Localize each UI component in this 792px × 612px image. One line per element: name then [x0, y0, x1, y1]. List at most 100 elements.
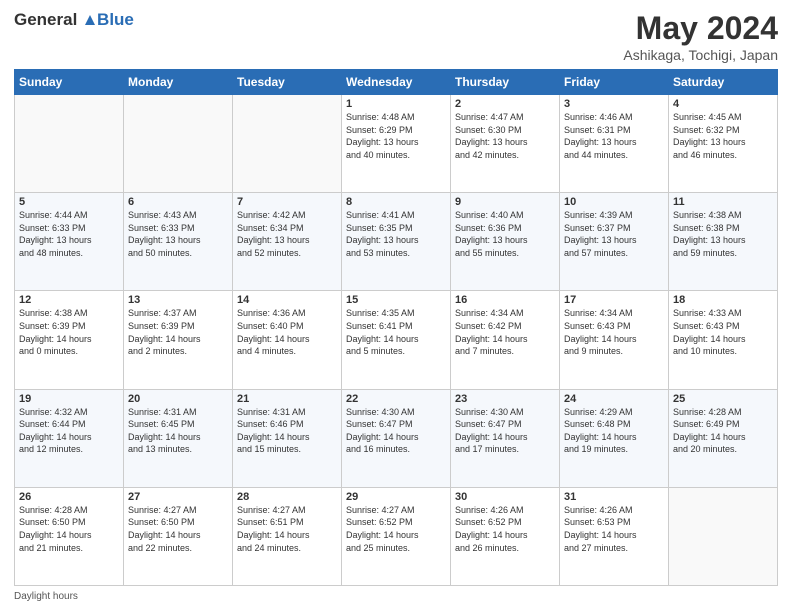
day-number: 1 [346, 98, 446, 110]
calendar-week-row: 26Sunrise: 4:28 AM Sunset: 6:50 PM Dayli… [15, 487, 778, 585]
calendar-cell: 27Sunrise: 4:27 AM Sunset: 6:50 PM Dayli… [124, 487, 233, 585]
day-number: 17 [564, 294, 664, 306]
day-info: Sunrise: 4:27 AM Sunset: 6:51 PM Dayligh… [237, 504, 337, 554]
calendar-cell: 6Sunrise: 4:43 AM Sunset: 6:33 PM Daylig… [124, 193, 233, 291]
calendar-cell: 31Sunrise: 4:26 AM Sunset: 6:53 PM Dayli… [560, 487, 669, 585]
calendar-cell: 4Sunrise: 4:45 AM Sunset: 6:32 PM Daylig… [669, 95, 778, 193]
day-info: Sunrise: 4:35 AM Sunset: 6:41 PM Dayligh… [346, 307, 446, 357]
calendar-cell: 22Sunrise: 4:30 AM Sunset: 6:47 PM Dayli… [342, 389, 451, 487]
day-number: 18 [673, 294, 773, 306]
subtitle: Ashikaga, Tochigi, Japan [623, 47, 778, 63]
calendar-cell: 29Sunrise: 4:27 AM Sunset: 6:52 PM Dayli… [342, 487, 451, 585]
day-info: Sunrise: 4:39 AM Sunset: 6:37 PM Dayligh… [564, 209, 664, 259]
day-number: 31 [564, 491, 664, 503]
calendar-cell: 14Sunrise: 4:36 AM Sunset: 6:40 PM Dayli… [233, 291, 342, 389]
day-info: Sunrise: 4:33 AM Sunset: 6:43 PM Dayligh… [673, 307, 773, 357]
day-info: Sunrise: 4:27 AM Sunset: 6:50 PM Dayligh… [128, 504, 228, 554]
day-number: 11 [673, 196, 773, 208]
day-number: 24 [564, 393, 664, 405]
calendar-cell: 12Sunrise: 4:38 AM Sunset: 6:39 PM Dayli… [15, 291, 124, 389]
day-number: 22 [346, 393, 446, 405]
calendar-cell: 19Sunrise: 4:32 AM Sunset: 6:44 PM Dayli… [15, 389, 124, 487]
logo-text: General Blue [14, 10, 134, 30]
day-info: Sunrise: 4:26 AM Sunset: 6:52 PM Dayligh… [455, 504, 555, 554]
calendar-week-row: 19Sunrise: 4:32 AM Sunset: 6:44 PM Dayli… [15, 389, 778, 487]
calendar-day-header: Saturday [669, 70, 778, 95]
day-number: 10 [564, 196, 664, 208]
day-info: Sunrise: 4:44 AM Sunset: 6:33 PM Dayligh… [19, 209, 119, 259]
day-info: Sunrise: 4:46 AM Sunset: 6:31 PM Dayligh… [564, 111, 664, 161]
day-number: 15 [346, 294, 446, 306]
day-info: Sunrise: 4:31 AM Sunset: 6:46 PM Dayligh… [237, 406, 337, 456]
day-number: 6 [128, 196, 228, 208]
page: General Blue May 2024 Ashikaga, Tochigi,… [0, 0, 792, 612]
calendar-cell: 20Sunrise: 4:31 AM Sunset: 6:45 PM Dayli… [124, 389, 233, 487]
calendar-day-header: Wednesday [342, 70, 451, 95]
logo-general: General [14, 10, 77, 29]
day-number: 26 [19, 491, 119, 503]
calendar-cell: 16Sunrise: 4:34 AM Sunset: 6:42 PM Dayli… [451, 291, 560, 389]
day-info: Sunrise: 4:47 AM Sunset: 6:30 PM Dayligh… [455, 111, 555, 161]
day-info: Sunrise: 4:34 AM Sunset: 6:42 PM Dayligh… [455, 307, 555, 357]
day-number: 12 [19, 294, 119, 306]
day-info: Sunrise: 4:29 AM Sunset: 6:48 PM Dayligh… [564, 406, 664, 456]
calendar-cell: 17Sunrise: 4:34 AM Sunset: 6:43 PM Dayli… [560, 291, 669, 389]
calendar-week-row: 12Sunrise: 4:38 AM Sunset: 6:39 PM Dayli… [15, 291, 778, 389]
day-info: Sunrise: 4:26 AM Sunset: 6:53 PM Dayligh… [564, 504, 664, 554]
day-number: 21 [237, 393, 337, 405]
daylight-label: Daylight hours [14, 591, 78, 602]
day-number: 29 [346, 491, 446, 503]
day-number: 9 [455, 196, 555, 208]
calendar-cell: 18Sunrise: 4:33 AM Sunset: 6:43 PM Dayli… [669, 291, 778, 389]
day-number: 5 [19, 196, 119, 208]
day-number: 30 [455, 491, 555, 503]
calendar-cell: 24Sunrise: 4:29 AM Sunset: 6:48 PM Dayli… [560, 389, 669, 487]
logo: General Blue [14, 10, 134, 30]
calendar-cell: 21Sunrise: 4:31 AM Sunset: 6:46 PM Dayli… [233, 389, 342, 487]
calendar-day-header: Sunday [15, 70, 124, 95]
logo-icon [83, 13, 97, 27]
day-info: Sunrise: 4:38 AM Sunset: 6:39 PM Dayligh… [19, 307, 119, 357]
calendar-cell: 26Sunrise: 4:28 AM Sunset: 6:50 PM Dayli… [15, 487, 124, 585]
day-info: Sunrise: 4:32 AM Sunset: 6:44 PM Dayligh… [19, 406, 119, 456]
calendar-cell: 9Sunrise: 4:40 AM Sunset: 6:36 PM Daylig… [451, 193, 560, 291]
calendar-week-row: 5Sunrise: 4:44 AM Sunset: 6:33 PM Daylig… [15, 193, 778, 291]
day-info: Sunrise: 4:36 AM Sunset: 6:40 PM Dayligh… [237, 307, 337, 357]
calendar-cell: 13Sunrise: 4:37 AM Sunset: 6:39 PM Dayli… [124, 291, 233, 389]
day-info: Sunrise: 4:37 AM Sunset: 6:39 PM Dayligh… [128, 307, 228, 357]
calendar-cell: 5Sunrise: 4:44 AM Sunset: 6:33 PM Daylig… [15, 193, 124, 291]
day-number: 27 [128, 491, 228, 503]
calendar-cell: 15Sunrise: 4:35 AM Sunset: 6:41 PM Dayli… [342, 291, 451, 389]
day-number: 16 [455, 294, 555, 306]
day-info: Sunrise: 4:27 AM Sunset: 6:52 PM Dayligh… [346, 504, 446, 554]
calendar-cell: 30Sunrise: 4:26 AM Sunset: 6:52 PM Dayli… [451, 487, 560, 585]
calendar-day-header: Monday [124, 70, 233, 95]
day-number: 14 [237, 294, 337, 306]
day-info: Sunrise: 4:30 AM Sunset: 6:47 PM Dayligh… [455, 406, 555, 456]
day-info: Sunrise: 4:40 AM Sunset: 6:36 PM Dayligh… [455, 209, 555, 259]
day-info: Sunrise: 4:48 AM Sunset: 6:29 PM Dayligh… [346, 111, 446, 161]
day-info: Sunrise: 4:28 AM Sunset: 6:50 PM Dayligh… [19, 504, 119, 554]
day-info: Sunrise: 4:28 AM Sunset: 6:49 PM Dayligh… [673, 406, 773, 456]
calendar-day-header: Thursday [451, 70, 560, 95]
calendar-header-row: SundayMondayTuesdayWednesdayThursdayFrid… [15, 70, 778, 95]
day-info: Sunrise: 4:41 AM Sunset: 6:35 PM Dayligh… [346, 209, 446, 259]
calendar-cell: 8Sunrise: 4:41 AM Sunset: 6:35 PM Daylig… [342, 193, 451, 291]
day-info: Sunrise: 4:42 AM Sunset: 6:34 PM Dayligh… [237, 209, 337, 259]
day-number: 25 [673, 393, 773, 405]
day-number: 4 [673, 98, 773, 110]
calendar-day-header: Tuesday [233, 70, 342, 95]
calendar-cell: 28Sunrise: 4:27 AM Sunset: 6:51 PM Dayli… [233, 487, 342, 585]
calendar-cell [124, 95, 233, 193]
day-info: Sunrise: 4:31 AM Sunset: 6:45 PM Dayligh… [128, 406, 228, 456]
calendar-table: SundayMondayTuesdayWednesdayThursdayFrid… [14, 69, 778, 586]
calendar-week-row: 1Sunrise: 4:48 AM Sunset: 6:29 PM Daylig… [15, 95, 778, 193]
main-title: May 2024 [623, 10, 778, 47]
calendar-cell: 10Sunrise: 4:39 AM Sunset: 6:37 PM Dayli… [560, 193, 669, 291]
day-number: 2 [455, 98, 555, 110]
day-number: 23 [455, 393, 555, 405]
footer: Daylight hours [14, 591, 778, 602]
calendar-cell: 3Sunrise: 4:46 AM Sunset: 6:31 PM Daylig… [560, 95, 669, 193]
title-block: May 2024 Ashikaga, Tochigi, Japan [623, 10, 778, 63]
calendar-day-header: Friday [560, 70, 669, 95]
